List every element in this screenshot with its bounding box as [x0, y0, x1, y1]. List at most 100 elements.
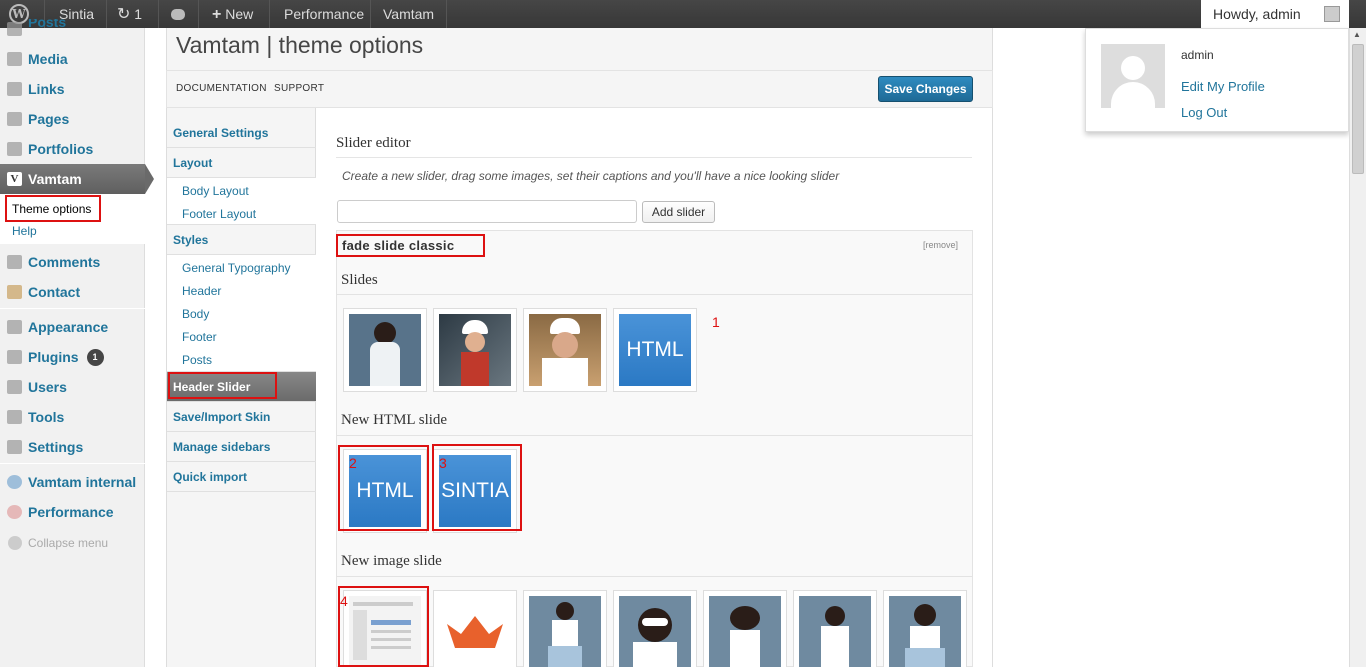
edit-profile-link[interactable]: Edit My Profile: [1181, 79, 1265, 94]
tab-quick-import[interactable]: Quick import: [167, 462, 316, 492]
documentation-link[interactable]: DOCUMENTATION: [176, 83, 267, 94]
menu-item-pages[interactable]: Pages: [0, 104, 145, 134]
divider: [337, 435, 972, 436]
new-html-slide-heading: New HTML slide: [341, 412, 448, 428]
image-slide-option[interactable]: [523, 590, 607, 667]
figure-head: [556, 602, 574, 620]
new-image-slide-heading: New image slide: [341, 553, 442, 569]
pin-icon: [7, 22, 22, 36]
figure-body: [552, 620, 578, 646]
slide-thumbnail[interactable]: [433, 308, 517, 392]
admin-bar: W Sintia ↻ 1 + New Performance Vamtam Ho…: [0, 0, 1366, 28]
new-slider-name-input[interactable]: [337, 200, 637, 223]
figure-skirt: [905, 648, 945, 667]
contact-icon: [7, 285, 22, 299]
comments-icon: [7, 255, 22, 269]
subtab-body-layout[interactable]: Body Layout: [182, 184, 249, 198]
styles-subtabs: General Typography Header Body Footer Po…: [167, 255, 316, 372]
crown-icon: [447, 616, 503, 648]
collapse-arrow-icon: [8, 536, 22, 550]
annotation-highlight: [338, 586, 429, 667]
menu-item-plugins[interactable]: Plugins 1: [0, 342, 145, 372]
subtab-header[interactable]: Header: [182, 284, 221, 298]
support-link[interactable]: SUPPORT: [274, 83, 324, 94]
menu-item-vamtam-internal[interactable]: Vamtam internal: [0, 467, 145, 497]
image-slide-option[interactable]: [703, 590, 787, 667]
image-slide-option[interactable]: [793, 590, 877, 667]
slide-thumbnail[interactable]: [343, 308, 427, 392]
slide-image: [619, 596, 691, 667]
menu-item-appearance[interactable]: Appearance: [0, 312, 145, 342]
appearance-icon: [7, 320, 22, 334]
settings-icon: [7, 440, 22, 454]
figure-head: [374, 322, 396, 344]
menu-item-media[interactable]: Media: [0, 44, 145, 74]
menu-item-contact[interactable]: Contact: [0, 277, 145, 307]
new-content-link[interactable]: + New: [199, 0, 270, 28]
divider: [336, 157, 972, 158]
slide-image: [799, 596, 871, 667]
figure-body: [542, 358, 588, 386]
comments-link[interactable]: [159, 0, 199, 28]
figure-head: [914, 604, 936, 626]
subtab-general-typography[interactable]: General Typography: [182, 261, 291, 275]
slider-editor-description: Create a new slider, drag some images, s…: [342, 169, 840, 183]
tab-general-settings[interactable]: General Settings: [167, 118, 316, 148]
dropdown-username: admin: [1181, 48, 1214, 62]
figure-head: [825, 606, 845, 626]
menu-item-vamtam[interactable]: V Vamtam: [0, 164, 154, 194]
performance-link[interactable]: Performance: [270, 0, 371, 28]
my-account-menu[interactable]: Howdy, admin: [1201, 0, 1349, 28]
menu-item-tools[interactable]: Tools: [0, 402, 145, 432]
subtab-footer[interactable]: Footer: [182, 330, 217, 344]
menu-separator: [0, 308, 145, 309]
tab-layout[interactable]: Layout: [167, 148, 316, 178]
gear-icon: [7, 475, 22, 489]
slide-image: [439, 314, 511, 386]
pin-icon: [7, 142, 22, 156]
slide-thumbnail[interactable]: HTML: [613, 308, 697, 392]
figure-body: [370, 342, 400, 386]
save-changes-button[interactable]: Save Changes: [878, 76, 973, 102]
annotation-number: 1: [712, 314, 720, 330]
slide-image: [349, 314, 421, 386]
page-title: Vamtam | theme options: [176, 32, 424, 58]
remove-slider-link[interactable]: [remove]: [923, 240, 958, 250]
menu-item-performance[interactable]: Performance: [0, 497, 145, 527]
pages-icon: [7, 112, 22, 126]
media-icon: [7, 52, 22, 66]
link-icon: [7, 82, 22, 96]
tab-manage-sidebars[interactable]: Manage sidebars: [167, 432, 316, 462]
performance-icon: [7, 505, 22, 519]
menu-item-comments[interactable]: Comments: [0, 247, 145, 277]
slides-heading: Slides: [341, 272, 378, 288]
subtab-body[interactable]: Body: [182, 307, 209, 321]
vamtam-link[interactable]: Vamtam: [371, 0, 447, 28]
menu-item-settings[interactable]: Settings: [0, 432, 145, 462]
menu-item-posts[interactable]: Posts: [0, 19, 145, 39]
image-slide-option[interactable]: [883, 590, 967, 667]
add-slider-button[interactable]: Add slider: [642, 201, 715, 223]
scroll-up-icon[interactable]: ▲: [1353, 30, 1361, 39]
speech-bubble-icon: [171, 9, 185, 20]
image-slide-option[interactable]: [613, 590, 697, 667]
slide-image: HTML: [619, 314, 691, 386]
tab-save-import-skin[interactable]: Save/Import Skin: [167, 402, 316, 432]
menu-item-portfolios[interactable]: Portfolios: [0, 134, 145, 164]
submenu-help[interactable]: Help: [12, 224, 37, 238]
tab-styles[interactable]: Styles: [167, 225, 316, 255]
logout-link[interactable]: Log Out: [1181, 105, 1227, 120]
collapse-menu-button[interactable]: Collapse menu: [8, 536, 108, 550]
avatar-head-icon: [1121, 56, 1145, 80]
image-slide-option[interactable]: [433, 590, 517, 667]
subtab-footer-layout[interactable]: Footer Layout: [182, 207, 256, 221]
layout-subtabs: Body Layout Footer Layout: [167, 178, 316, 225]
subtab-posts[interactable]: Posts: [182, 353, 212, 367]
scrollbar-thumb[interactable]: [1352, 44, 1364, 174]
slide-thumbnail[interactable]: [523, 308, 607, 392]
menu-item-links[interactable]: Links: [0, 74, 145, 104]
menu-item-users[interactable]: Users: [0, 372, 145, 402]
page-scrollbar[interactable]: ▲: [1349, 28, 1366, 667]
avatar-body-icon: [1111, 82, 1155, 108]
figure-body: [461, 352, 489, 386]
